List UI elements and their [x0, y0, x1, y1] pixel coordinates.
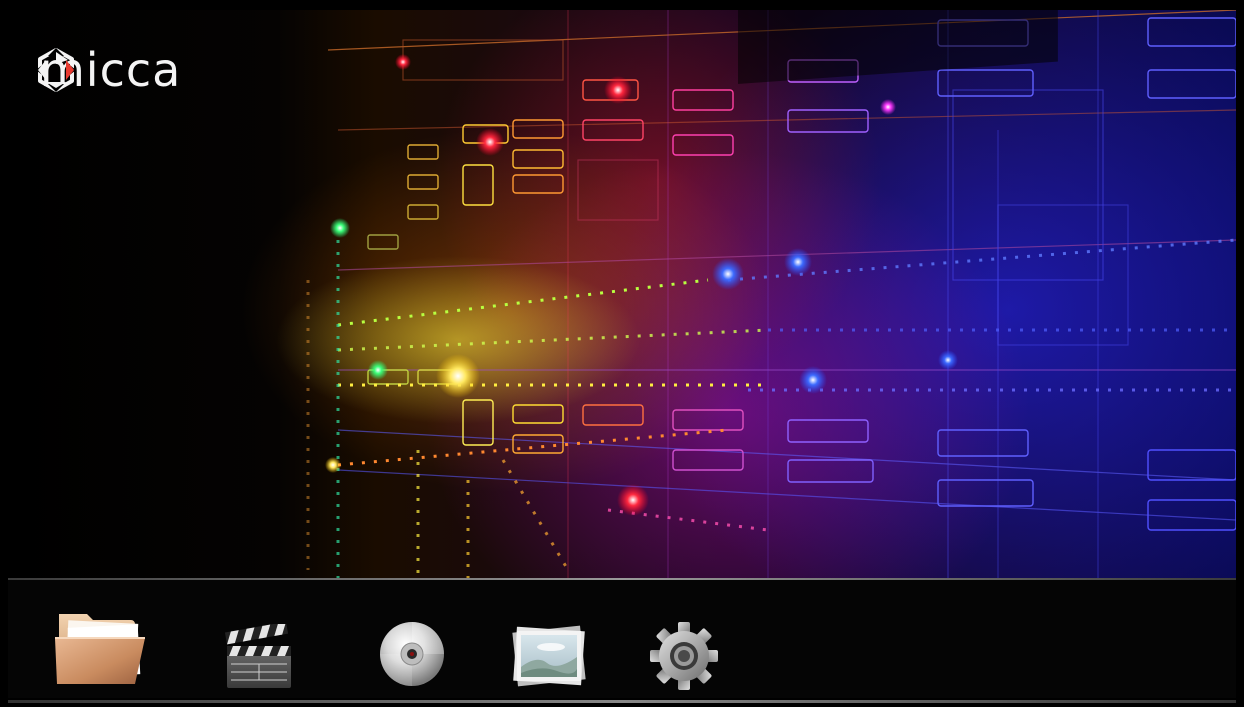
circuit-lights-art	[306, 10, 1236, 580]
photos-icon	[512, 625, 586, 687]
gear-icon	[650, 622, 718, 690]
dock-item-settings[interactable]	[646, 618, 722, 694]
dock-item-music[interactable]	[376, 618, 448, 690]
folder-icon	[55, 614, 145, 684]
background-artwork: micca	[8, 10, 1236, 580]
dock-item-movies[interactable]	[222, 622, 296, 692]
micca-logo: micca	[32, 46, 181, 94]
clapperboard-icon	[224, 624, 291, 688]
disc-icon	[380, 622, 444, 686]
dock-item-file-browser[interactable]	[52, 608, 152, 688]
micca-logo-mark-icon	[36, 48, 76, 92]
dock-item-photos[interactable]	[506, 620, 592, 692]
media-player-home-screen: micca	[0, 0, 1244, 707]
app-dock	[8, 580, 1236, 698]
dock-bottom-edge	[8, 700, 1236, 703]
